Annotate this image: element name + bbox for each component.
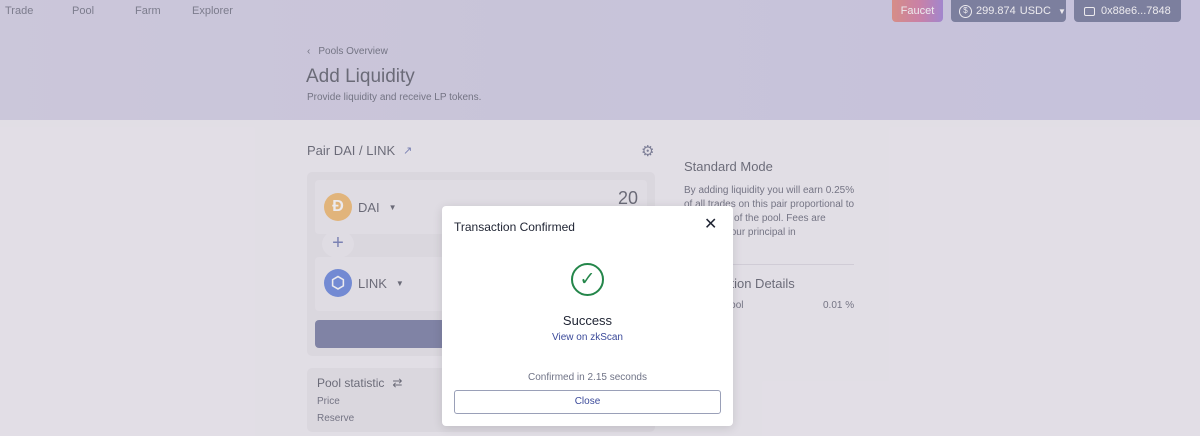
close-button[interactable]: Close bbox=[454, 390, 721, 414]
view-on-zkscan-link[interactable]: View on zkScan bbox=[442, 332, 733, 343]
check-circle-icon: ✓ bbox=[571, 263, 604, 296]
modal-title: Transaction Confirmed bbox=[454, 220, 575, 234]
confirmed-time: Confirmed in 2.15 seconds bbox=[528, 372, 647, 383]
success-text: Success bbox=[562, 313, 613, 328]
close-icon[interactable]: ✕ bbox=[704, 217, 717, 233]
transaction-modal: Transaction Confirmed ✕ ✓ Success View o… bbox=[442, 206, 733, 426]
